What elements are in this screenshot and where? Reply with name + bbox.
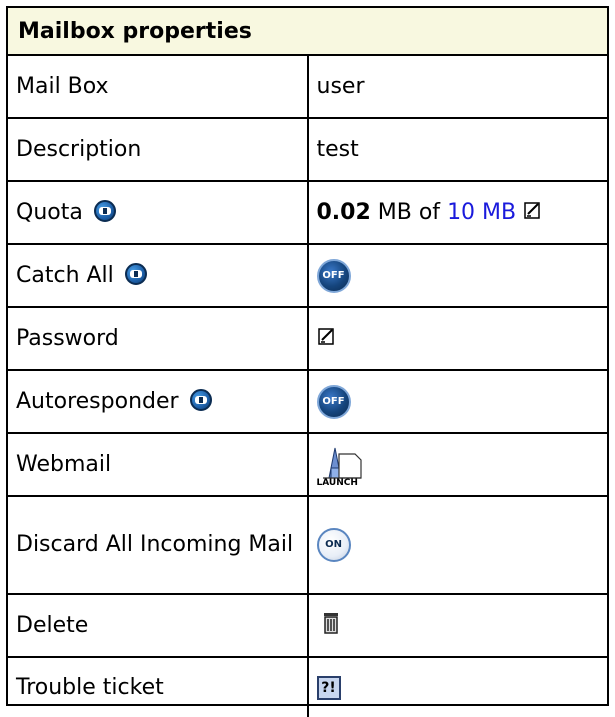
row-ticket: Trouble ticket ?!: [8, 656, 607, 717]
mailbox-label: Mail Box: [8, 55, 309, 118]
edit-password-icon[interactable]: [317, 326, 337, 352]
trouble-ticket-icon[interactable]: ?!: [316, 676, 341, 700]
description-label: Description: [8, 117, 309, 181]
discard-toggle[interactable]: ON: [316, 528, 351, 562]
delete-label: Delete: [8, 593, 309, 657]
password-value-cell: [307, 306, 607, 370]
catch-all-toggle[interactable]: OFF: [316, 258, 351, 293]
catch-all-label-cell: Catch All: [8, 243, 309, 307]
password-label: Password: [8, 306, 309, 370]
row-password: Password: [8, 306, 607, 370]
quota-unit: MB of: [377, 199, 441, 225]
row-delete: Delete: [8, 593, 607, 657]
description-value: test: [307, 117, 607, 181]
catch-all-label: Catch All: [16, 263, 114, 288]
catch-all-value-cell: OFF: [307, 243, 607, 307]
quota-value-cell: 0.02 MB of 10 MB: [307, 180, 607, 244]
quota-used: 0.02: [316, 199, 371, 225]
autoresponder-label: Autoresponder: [16, 389, 179, 414]
row-catch-all: Catch All OFF: [8, 243, 607, 307]
row-webmail: Webmail LAUNCH: [8, 432, 607, 496]
quota-label: Quota: [16, 200, 83, 225]
help-icon[interactable]: [124, 263, 147, 285]
webmail-label: Webmail: [8, 432, 309, 496]
trash-icon[interactable]: [321, 611, 341, 641]
mailbox-properties-table: Mailbox properties Mail Box user Descrip…: [8, 8, 607, 717]
row-quota: Quota 0.02 MB of 10 MB: [8, 180, 607, 244]
row-description: Description test: [8, 117, 607, 181]
help-icon[interactable]: [93, 200, 116, 222]
discard-value-cell: ON: [307, 495, 607, 594]
quota-label-cell: Quota: [8, 180, 309, 244]
row-discard: Discard All Incoming Mail ON: [8, 495, 607, 594]
quota-limit-link[interactable]: 10 MB: [447, 200, 516, 225]
panel-title: Mailbox properties: [8, 8, 607, 56]
help-icon[interactable]: [189, 389, 212, 411]
ticket-value-cell: ?!: [307, 656, 607, 717]
row-mailbox: Mail Box user: [8, 55, 607, 118]
edit-quota-icon[interactable]: [523, 200, 543, 226]
delete-value-cell: [307, 593, 607, 657]
launch-label: LAUNCH: [316, 477, 358, 488]
discard-label: Discard All Incoming Mail: [8, 495, 309, 594]
ticket-label: Trouble ticket: [8, 656, 309, 717]
mailbox-properties-panel: Mailbox properties Mail Box user Descrip…: [6, 6, 609, 717]
autoresponder-label-cell: Autoresponder: [8, 369, 309, 433]
launch-icon[interactable]: LAUNCH: [317, 442, 383, 488]
mailbox-value: user: [316, 74, 365, 99]
autoresponder-value-cell: OFF: [307, 369, 607, 433]
autoresponder-toggle[interactable]: OFF: [316, 384, 351, 419]
row-autoresponder: Autoresponder OFF: [8, 369, 607, 433]
webmail-value-cell: LAUNCH: [307, 432, 607, 496]
